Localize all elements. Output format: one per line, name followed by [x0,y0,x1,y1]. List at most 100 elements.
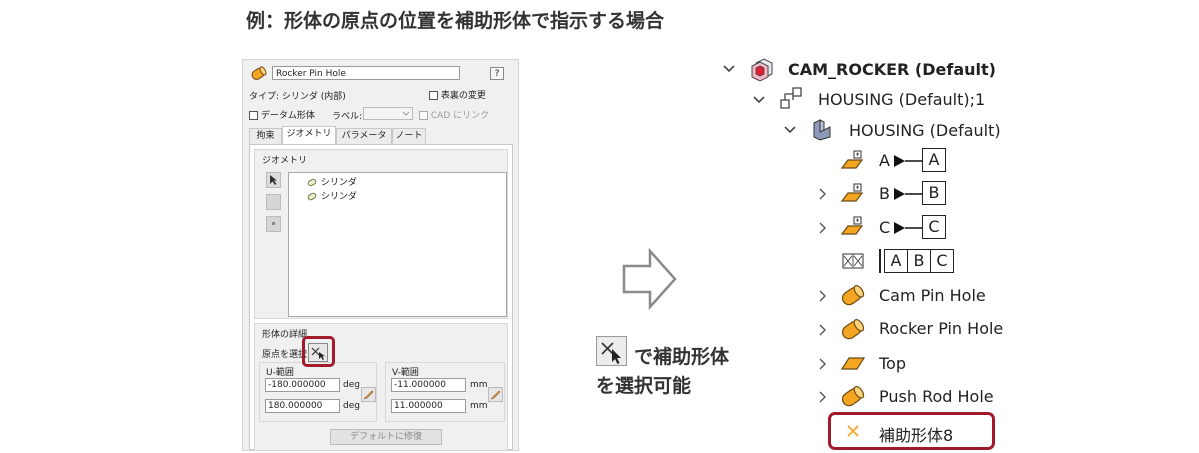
geometry-tab-pane: ジオメトリ シリンダ シリンダ 形体の詳細 原点を選択 U-範囲 -180.00… [249,144,513,450]
geometry-side-button-3[interactable] [266,216,281,232]
middle-caption-line2: を選択可能 [596,375,692,397]
pen-icon [490,390,501,400]
chevron-right-icon[interactable] [818,391,827,403]
cylinder-feature-icon [251,66,267,80]
datum-b-box: B [922,181,946,205]
tab-parameter[interactable]: パラメータ [336,128,392,144]
datum-a-box: A [922,148,946,172]
plane-feature-icon [840,357,866,370]
list-item[interactable]: シリンダ [307,189,357,202]
v-max-unit: mm [470,401,488,411]
help-button[interactable]: ? [490,67,504,80]
tab-constraint[interactable]: 拘束 [249,128,282,144]
cylinder-feature-icon [841,385,865,407]
geometry-list[interactable]: シリンダ シリンダ [288,172,507,317]
v-range-group: V-範囲 -11.000000 mm 11.000000 mm [385,362,505,422]
feature-push-rod-hole[interactable]: Push Rod Hole [879,387,994,406]
chevron-right-icon[interactable] [818,358,827,370]
geometry-side-button-2[interactable] [266,194,281,210]
feature-top[interactable]: Top [879,354,906,373]
chevron-right-icon[interactable] [818,324,827,336]
origin-select-icon [601,342,621,364]
frame-cell-a: A [884,249,908,273]
chevron-down-icon[interactable] [784,125,796,135]
list-item[interactable]: シリンダ [307,175,357,188]
v-max-input[interactable]: 11.000000 [391,399,466,413]
cylinder-feature-icon [841,284,865,306]
aux-feature-highlight [828,412,995,450]
datum-a-prefix[interactable]: A [879,151,890,170]
pick-geometry-button[interactable] [266,172,281,188]
u-range-group: U-範囲 -180.000000 deg 180.000000 deg [259,362,377,422]
datum-b-prefix[interactable]: B [879,184,890,203]
tab-geometry[interactable]: ジオメトリ [282,126,336,144]
feature-rocker-pin-hole[interactable]: Rocker Pin Hole [879,319,1003,338]
label-caption: ラベル: [332,112,363,122]
list-item-label: シリンダ [320,178,357,188]
select-cursor-icon [270,175,277,185]
part-icon [813,119,831,141]
chevron-down-icon[interactable] [753,95,765,105]
u-min-input[interactable]: -180.000000 [265,378,340,392]
datum-feature-option[interactable]: データム形体 [249,108,315,121]
geometry-group-title: ジオメトリ [262,156,308,166]
tree-part-label[interactable]: HOUSING (Default) [849,121,1001,140]
cad-link-checkbox[interactable] [419,111,428,120]
pen-icon [363,390,374,400]
restore-default-button[interactable]: デフォルトに修復 [330,429,442,445]
tab-note[interactable]: ノート [392,128,426,144]
v-range-pen-button[interactable] [488,387,503,402]
v-min-input[interactable]: -11.000000 [391,378,466,392]
datum-triangle-icon [894,155,922,167]
chevron-right-icon[interactable] [818,290,827,302]
display-change-checkbox[interactable] [429,91,438,100]
chevron-right-icon[interactable] [818,188,827,200]
origin-button-highlight [302,336,335,367]
right-arrow-icon [622,248,677,310]
datum-triangle-icon [894,188,922,200]
tree-root-label[interactable]: CAM_ROCKER (Default) [788,60,996,79]
list-item-label: シリンダ [320,192,357,202]
label-select[interactable] [363,107,413,120]
cylinder-small-icon [307,178,317,187]
feature-detail-group: 形体の詳細 原点を選択 U-範囲 -180.000000 deg 180.000… [254,323,508,450]
type-label: タイプ: シリンダ (内部) [249,92,346,102]
datum-c-prefix[interactable]: C [879,218,890,237]
geometry-group: ジオメトリ シリンダ シリンダ [254,149,508,319]
display-change-option[interactable]: 表裏の変更 [429,88,486,101]
datum-reference-frame-icon [842,253,864,269]
datum-c-box: C [922,215,946,239]
chevron-right-icon[interactable] [818,222,827,234]
assembly-icon [751,58,773,81]
display-change-label: 表裏の変更 [440,91,486,101]
u-min-unit: deg [343,380,360,390]
feature-detail-title: 形体の詳細 [262,330,308,340]
origin-select-label: 原点を選択 [262,350,308,360]
origin-select-icon-large [596,336,627,366]
u-range-pen-button[interactable] [361,387,376,402]
page-heading: 例：形体の原点の位置を補助形体で指示する場合 [246,10,665,32]
datum-plane-icon [840,150,864,169]
u-max-unit: deg [343,401,360,411]
cylinder-feature-icon [841,318,865,340]
datum-feature-label: データム形体 [260,111,315,121]
cad-link-option[interactable]: CAD にリンク [419,108,489,121]
u-range-title: U-範囲 [266,368,294,378]
chevron-down-icon[interactable] [723,64,735,74]
u-max-input[interactable]: 180.000000 [265,399,340,413]
feature-cam-pin-hole[interactable]: Cam Pin Hole [879,286,986,305]
cylinder-small-icon [307,192,317,201]
datum-triangle-icon [894,222,922,234]
datum-plane-icon [840,216,864,235]
tree-subassembly-label[interactable]: HOUSING (Default);1 [818,90,985,109]
frame-cell-c: C [930,249,954,273]
v-min-unit: mm [470,380,488,390]
v-range-title: V-範囲 [392,368,419,378]
datum-feature-checkbox[interactable] [249,111,258,120]
datum-plane-icon [840,183,864,202]
feature-name-input[interactable]: Rocker Pin Hole [272,66,460,80]
cad-link-label: CAD にリンク [430,111,490,121]
dot-icon [272,222,275,225]
middle-caption-line1: で補助形体 [634,346,730,368]
feature-dialog: Rocker Pin Hole ? タイプ: シリンダ (内部) 表裏の変更 デ… [242,59,519,451]
